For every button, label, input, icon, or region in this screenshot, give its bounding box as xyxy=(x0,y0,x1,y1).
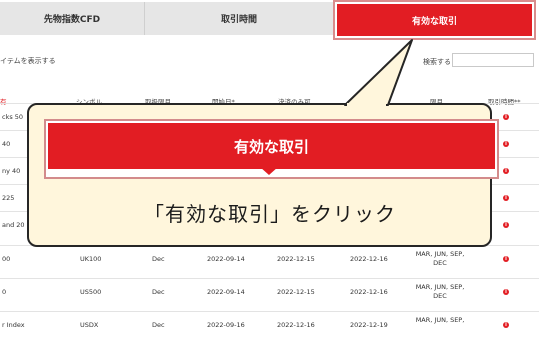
info-icon[interactable]: i xyxy=(503,141,509,147)
tab-trading-hours[interactable]: 取引時間 xyxy=(145,2,333,35)
row-name: cks 50 xyxy=(2,113,24,121)
callout-active-trades-button: 有効な取引 xyxy=(48,123,495,169)
row-month: Dec xyxy=(152,321,165,329)
info-icon[interactable]: i xyxy=(503,114,509,120)
table-row[interactable]: 00 UK100 Dec 2022-09-14 2022-12-15 2022-12-16… xyxy=(0,245,539,273)
row-months: MAR, JUN, SEP, DEC xyxy=(415,250,465,267)
info-icon[interactable]: i xyxy=(503,222,509,228)
search-input[interactable] xyxy=(452,53,534,67)
info-icon[interactable]: i xyxy=(503,195,509,201)
callout-instruction: 「有効な取引」をクリック xyxy=(144,202,396,226)
row-months: MAR, JUN, SEP, DEC xyxy=(415,283,465,300)
tab-active-trades-label: 有効な取引 xyxy=(337,4,532,36)
row-name: 225 xyxy=(2,194,15,202)
row-name: 40 xyxy=(2,140,11,148)
row-start: 2022-09-14 xyxy=(207,288,245,296)
tab-bar: 先物指数CFD 取引時間 有効な取引 xyxy=(0,0,539,40)
info-icon[interactable]: i xyxy=(503,289,509,295)
row-close-only: 2022-12-15 xyxy=(277,288,315,296)
row-name: ny 40 xyxy=(2,167,21,175)
tab-active-trades[interactable]: 有効な取引 xyxy=(333,0,536,40)
row-symbol: US500 xyxy=(80,288,102,296)
table-row[interactable]: 0 US500 Dec 2022-09-14 2022-12-15 2022-12-16 M… xyxy=(0,278,539,306)
row-expiry: 2022-12-16 xyxy=(350,288,388,296)
row-name: and 20 xyxy=(2,221,25,229)
search-label: 検索する xyxy=(423,58,451,66)
row-name: r Index xyxy=(2,321,25,329)
tab-futures-cfd[interactable]: 先物指数CFD xyxy=(0,2,145,35)
show-items-label: イテムを表示する xyxy=(0,57,56,65)
row-name: 0 xyxy=(2,288,7,296)
row-symbol: UK100 xyxy=(80,255,102,263)
row-symbol: USDX xyxy=(80,321,99,329)
row-month: Dec xyxy=(152,255,165,263)
row-month: Dec xyxy=(152,288,165,296)
info-icon[interactable]: i xyxy=(503,256,509,262)
row-close-only: 2022-12-15 xyxy=(277,255,315,263)
row-name: 00 xyxy=(2,255,11,263)
info-icon[interactable]: i xyxy=(503,168,509,174)
callout-button-frame: 有効な取引 xyxy=(44,119,499,179)
row-expiry: 2022-12-16 xyxy=(350,255,388,263)
callout-button-notch xyxy=(260,167,278,175)
row-close-only: 2022-12-16 xyxy=(277,321,315,329)
row-start: 2022-09-16 xyxy=(207,321,245,329)
row-start: 2022-09-14 xyxy=(207,255,245,263)
info-icon[interactable]: i xyxy=(503,322,509,328)
row-expiry: 2022-12-19 xyxy=(350,321,388,329)
table-row[interactable]: r Index USDX Dec 2022-09-16 2022-12-16 2022-1… xyxy=(0,311,539,339)
row-months: MAR, JUN, SEP, xyxy=(415,316,465,324)
